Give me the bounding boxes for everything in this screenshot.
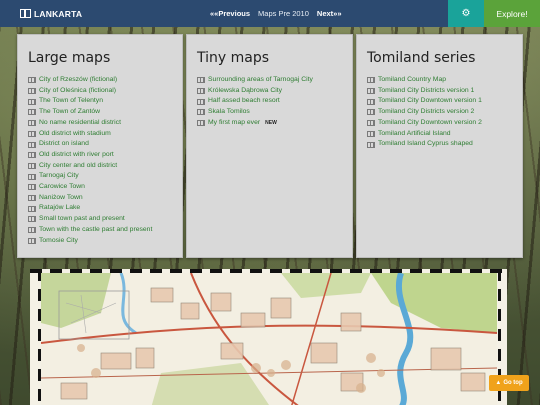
map-list: Surrounding areas of Tarnogaj City Króle…	[197, 75, 344, 129]
map-icon	[28, 109, 36, 116]
go-top-button[interactable]: ▲ Go top	[489, 375, 529, 391]
map-icon	[367, 120, 375, 127]
list-item[interactable]: Królewska Dąbrowa City	[197, 86, 344, 97]
map-icon	[197, 120, 205, 127]
map-icon	[367, 77, 375, 84]
go-top-label: Go top	[503, 380, 523, 386]
map-list: Tomiland Country Map Tomiland City Distr…	[367, 75, 514, 150]
map-icon	[197, 109, 205, 116]
brand-name: LANKARTA	[34, 8, 83, 19]
list-item[interactable]: Old district with stadium	[28, 129, 174, 140]
list-item[interactable]: Tomiland City Downtown version 2	[367, 118, 514, 129]
list-item[interactable]: Tomiland City Districts version 1	[367, 86, 514, 97]
list-item[interactable]: Small town past and present	[28, 214, 174, 225]
next-link[interactable]: Next»»	[317, 9, 342, 18]
current-page-label: Maps Pre 2010	[258, 9, 309, 18]
map-icon	[28, 184, 36, 191]
list-item[interactable]: My first map ever NEW	[197, 118, 344, 129]
list-item[interactable]: The Town of Zantów	[28, 107, 174, 118]
list-item[interactable]: District on island	[28, 139, 174, 150]
hand-drawn-map-illustration	[41, 273, 497, 405]
map-icon	[367, 109, 375, 116]
list-item[interactable]: The Town of Telentyn	[28, 96, 174, 107]
list-item[interactable]: Tomosie City	[28, 236, 174, 247]
previous-link[interactable]: ««Previous	[210, 9, 250, 18]
map-icon	[28, 227, 36, 234]
map-icon	[28, 120, 36, 127]
map-list: City of Rzeszów (fictional) City of Oleś…	[28, 75, 174, 246]
list-item[interactable]: City of Rzeszów (fictional)	[28, 75, 174, 86]
list-item[interactable]: Tomiland Artificial Island	[367, 129, 514, 140]
tomiland-series-card: Tomiland series Tomiland Country Map Tom…	[356, 34, 523, 258]
list-item[interactable]: Tomiland City Downtown version 1	[367, 96, 514, 107]
brand-link[interactable]: LANKARTA	[0, 9, 200, 19]
list-item[interactable]: Skala Tomilos	[197, 107, 344, 118]
list-item[interactable]: Carowice Town	[28, 182, 174, 193]
list-item[interactable]: Old district with river port	[28, 150, 174, 161]
map-icon	[197, 88, 205, 95]
navbar: LANKARTA ««Previous Maps Pre 2010 Next»»…	[0, 0, 540, 27]
explore-button[interactable]: Explore!	[484, 0, 540, 27]
map-icon	[28, 195, 36, 202]
list-item[interactable]: Ratajów Lake	[28, 203, 174, 214]
tiny-maps-card: Tiny maps Surrounding areas of Tarnogaj …	[186, 34, 353, 258]
list-item[interactable]: City of Oleśnica (fictional)	[28, 86, 174, 97]
map-icon	[28, 237, 36, 244]
list-item[interactable]: Tomiland City Districts version 2	[367, 107, 514, 118]
card-title: Tiny maps	[197, 50, 270, 66]
map-icon	[28, 173, 36, 180]
map-icon	[28, 205, 36, 212]
list-item[interactable]: No name residential district	[28, 118, 174, 129]
map-icon	[367, 98, 375, 105]
map-icon	[367, 88, 375, 95]
large-maps-card: Large maps City of Rzeszów (fictional) C…	[17, 34, 183, 258]
card-title: Tomiland series	[367, 50, 476, 66]
map-preview-image[interactable]	[30, 269, 507, 405]
list-item[interactable]: Naniżow Town	[28, 193, 174, 204]
map-icon	[28, 152, 36, 159]
list-item[interactable]: Half assed beach resort	[197, 96, 344, 107]
map-icon	[28, 216, 36, 223]
list-item[interactable]: Tomiland Country Map	[367, 75, 514, 86]
arrow-up-icon: ▲	[495, 380, 502, 386]
list-item[interactable]: Surrounding areas of Tarnogaj City	[197, 75, 344, 86]
map-icon	[367, 141, 375, 148]
page-navigation: ««Previous Maps Pre 2010 Next»»	[200, 9, 448, 18]
new-badge: NEW	[265, 119, 277, 126]
map-icon	[28, 162, 36, 169]
settings-button[interactable]: ⚙	[448, 0, 484, 27]
map-icon	[28, 98, 36, 105]
map-icon	[28, 88, 36, 95]
map-logo-icon	[20, 9, 31, 18]
map-icon	[28, 77, 36, 84]
map-icon	[28, 141, 36, 148]
map-icon	[28, 130, 36, 137]
list-item[interactable]: Town with the castle past and present	[28, 225, 174, 236]
gear-icon: ⚙	[461, 8, 471, 19]
list-item[interactable]: City center and old district	[28, 161, 174, 172]
card-title: Large maps	[28, 50, 111, 66]
map-icon	[367, 130, 375, 137]
map-icon	[197, 98, 205, 105]
list-item[interactable]: Tarnogaj City	[28, 171, 174, 182]
list-item[interactable]: Tomiland Island Cyprus shaped	[367, 139, 514, 150]
map-icon	[197, 77, 205, 84]
explore-label: Explore!	[496, 8, 528, 19]
